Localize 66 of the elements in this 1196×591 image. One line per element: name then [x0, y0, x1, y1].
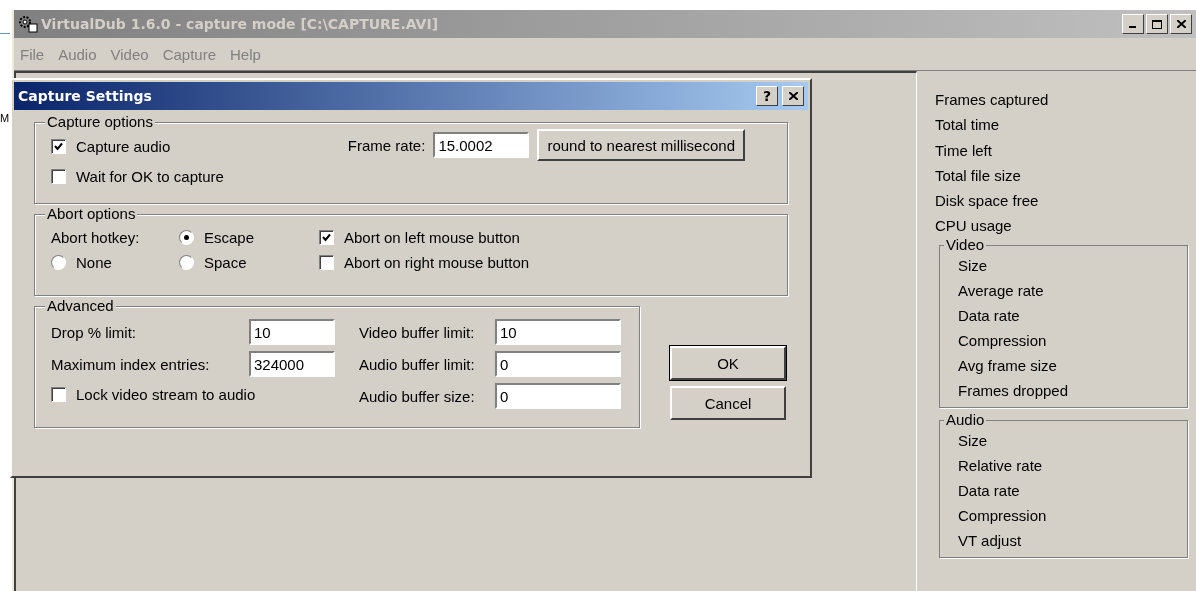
checkbox-label: Wait for OK to capture: [76, 167, 224, 185]
input-field[interactable]: 10: [249, 319, 335, 345]
maximize-button[interactable]: [1146, 14, 1168, 34]
minimize-button[interactable]: [1122, 14, 1144, 34]
background-text: M: [0, 112, 10, 124]
radio-button[interactable]: [179, 230, 194, 245]
stat-label: Average rate: [958, 280, 1045, 301]
stat-label: Total time: [935, 115, 1001, 136]
maximize-icon: [1152, 19, 1162, 29]
round-button[interactable]: round to nearest millisecond: [537, 129, 745, 161]
help-button[interactable]: ?: [756, 86, 778, 106]
check-icon: [54, 141, 63, 151]
gear-icon: [18, 15, 38, 33]
field-label: Drop % limit:: [51, 323, 136, 341]
close-icon: [788, 92, 798, 100]
stat-label: Relative rate: [958, 455, 1044, 476]
stat-label: Compression: [958, 330, 1048, 351]
input-field[interactable]: 10: [495, 319, 621, 345]
input-field[interactable]: 0: [495, 383, 621, 409]
stat-label: Disk space free: [935, 191, 1040, 212]
stat-label: Size: [958, 430, 989, 451]
checkbox[interactable]: [51, 386, 66, 402]
checkbox-label: Capture audio: [76, 137, 171, 155]
field-label: Audio buffer size:: [359, 387, 475, 405]
window-title: VirtualDub 1.6.0 - capture mode [C:\CAPTURE.AVI]: [41, 16, 439, 32]
input-field[interactable]: 324000: [249, 351, 335, 377]
close-button[interactable]: [782, 86, 804, 106]
stat-label: Avg frame size: [958, 355, 1058, 376]
checkbox-label: Lock video stream to audio: [76, 385, 256, 403]
stat-label: Time left: [935, 140, 993, 161]
input-field[interactable]: 15.0002: [433, 132, 530, 158]
close-button[interactable]: [1170, 14, 1192, 34]
input-field[interactable]: 0: [495, 351, 621, 377]
check-icon: [322, 233, 331, 242]
field-label: Audio buffer limit:: [359, 355, 475, 373]
group-title: Advanced: [45, 297, 116, 314]
field-label: Abort hotkey:: [51, 229, 141, 246]
stat-label: Data rate: [958, 305, 1021, 326]
field-label: Frame rate:: [347, 136, 426, 154]
stat-label: Size: [958, 255, 989, 276]
checkbox[interactable]: [51, 168, 66, 184]
field-label: Maximum index entries:: [51, 355, 210, 373]
close-icon: [1176, 20, 1186, 28]
dialog-title: Capture Settings: [18, 88, 153, 104]
checkbox[interactable]: [319, 230, 334, 245]
radio-label: Escape: [204, 229, 255, 246]
ok-button[interactable]: OK: [670, 346, 786, 380]
group-title: Abort options: [45, 205, 138, 222]
field-label: Video buffer limit:: [359, 323, 475, 341]
stat-label: Compression: [958, 505, 1048, 526]
stat-label: Frames captured: [935, 90, 1050, 110]
radio-label: Space: [204, 254, 247, 271]
stat-label: Frames dropped: [958, 380, 1070, 401]
stat-label: CPU usage: [935, 216, 1013, 237]
group-title: Capture options: [45, 113, 155, 130]
radio-button[interactable]: [51, 255, 66, 270]
radio-button[interactable]: [179, 255, 194, 270]
checkbox-label: Abort on left mouse button: [344, 229, 520, 246]
cancel-button[interactable]: Cancel: [670, 386, 786, 420]
checkbox-label: Abort on right mouse button: [344, 254, 530, 271]
checkbox[interactable]: [51, 138, 66, 154]
stat-label: Total file size: [935, 165, 1022, 186]
stat-label: Data rate: [958, 480, 1021, 501]
checkbox[interactable]: [319, 255, 334, 270]
radio-label: None: [76, 254, 112, 271]
stat-label: VT adjust: [958, 530, 1023, 551]
